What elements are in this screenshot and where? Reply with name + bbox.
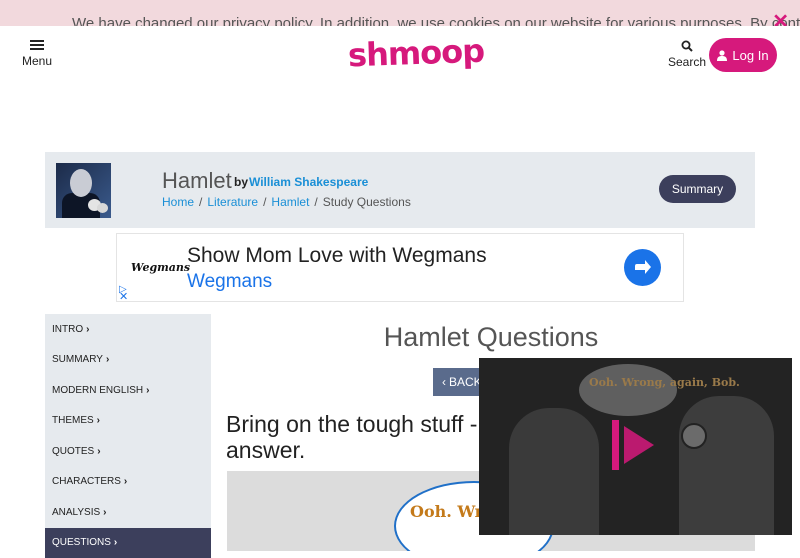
nav-item-themes[interactable]: THEMES› xyxy=(45,406,211,437)
nav-item-quotes[interactable]: QUOTES› xyxy=(45,436,211,467)
search-label: Search xyxy=(666,55,708,69)
ad-close-icon[interactable]: ✕ xyxy=(119,290,128,303)
page-title: Hamlet Questions xyxy=(227,322,755,353)
chevron-right-icon: › xyxy=(86,324,89,335)
search-icon xyxy=(681,40,693,52)
video-speech-cloud xyxy=(579,364,677,416)
chevron-right-icon: › xyxy=(124,476,127,487)
breadcrumb-home[interactable]: Home xyxy=(162,195,194,209)
site-header: Menu shmoop Search Log In xyxy=(0,26,800,82)
hamburger-icon xyxy=(18,40,56,50)
head-mirror-icon xyxy=(681,423,707,449)
video-player[interactable]: Ooh. Wrong, again, Bob. xyxy=(479,358,792,535)
nav-item-modern-english[interactable]: MODERN ENGLISH› xyxy=(45,375,211,406)
ad-brand[interactable]: Wegmans xyxy=(187,271,272,293)
user-icon xyxy=(717,50,727,61)
summary-button[interactable]: Summary xyxy=(659,175,736,203)
nav-item-summary[interactable]: SUMMARY› xyxy=(45,345,211,376)
section-nav: INTRO› SUMMARY› MODERN ENGLISH› THEMES› … xyxy=(45,314,211,554)
directions-arrow-icon xyxy=(624,249,661,286)
chevron-right-icon: › xyxy=(106,354,109,365)
chevron-right-icon: › xyxy=(146,385,149,396)
chevron-right-icon: › xyxy=(97,446,100,457)
cookie-banner-text: We have changed our privacy policy. In a… xyxy=(72,15,800,26)
nav-item-intro[interactable]: INTRO› xyxy=(45,314,211,345)
hamlet-thumbnail xyxy=(56,163,111,218)
video-figure-doctor xyxy=(679,396,774,535)
menu-button[interactable]: Menu xyxy=(18,38,56,68)
breadcrumb-current: Study Questions xyxy=(323,195,411,209)
ad-headline[interactable]: Show Mom Love with Wegmans xyxy=(187,244,487,268)
nav-item-questions[interactable]: QUESTIONS› xyxy=(45,528,211,558)
chevron-right-icon: › xyxy=(114,537,117,548)
by-label: by xyxy=(234,175,248,189)
video-caption: Ooh. Wrong, again, Bob. xyxy=(589,375,740,390)
back-label: BACK xyxy=(449,375,482,389)
cookie-banner: We have changed our privacy policy. In a… xyxy=(0,0,800,26)
video-figure-patient xyxy=(509,408,599,535)
intro-text: Bring on the tough stuff - answer. xyxy=(226,411,486,463)
breadcrumb-hamlet[interactable]: Hamlet xyxy=(271,195,309,209)
nav-item-characters[interactable]: CHARACTERS› xyxy=(45,467,211,498)
breadcrumb: Home/Literature/Hamlet/Study Questions xyxy=(162,195,411,209)
author-link[interactable]: William Shakespeare xyxy=(249,175,368,189)
menu-label: Menu xyxy=(18,54,56,68)
play-icon[interactable] xyxy=(612,420,660,470)
nav-item-analysis[interactable]: ANALYSIS› xyxy=(45,497,211,528)
book-header: Hamlet by William Shakespeare Home/Liter… xyxy=(45,152,755,228)
shmoop-logo[interactable]: shmoop xyxy=(347,32,484,75)
book-title: Hamlet xyxy=(162,168,232,194)
login-button[interactable]: Log In xyxy=(709,38,777,72)
chevron-right-icon: › xyxy=(103,507,106,518)
chevron-left-icon: ‹ xyxy=(442,375,446,389)
login-label: Log In xyxy=(732,48,768,63)
ad-banner[interactable]: Wegmans Show Mom Love with Wegmans Wegma… xyxy=(116,233,684,302)
close-icon[interactable]: ✕ xyxy=(772,12,789,26)
ad-go-button[interactable] xyxy=(624,249,661,286)
breadcrumb-literature[interactable]: Literature xyxy=(207,195,258,209)
wegmans-logo: Wegmans xyxy=(131,261,190,274)
search-button[interactable]: Search xyxy=(666,40,708,69)
chevron-right-icon: › xyxy=(97,415,100,426)
